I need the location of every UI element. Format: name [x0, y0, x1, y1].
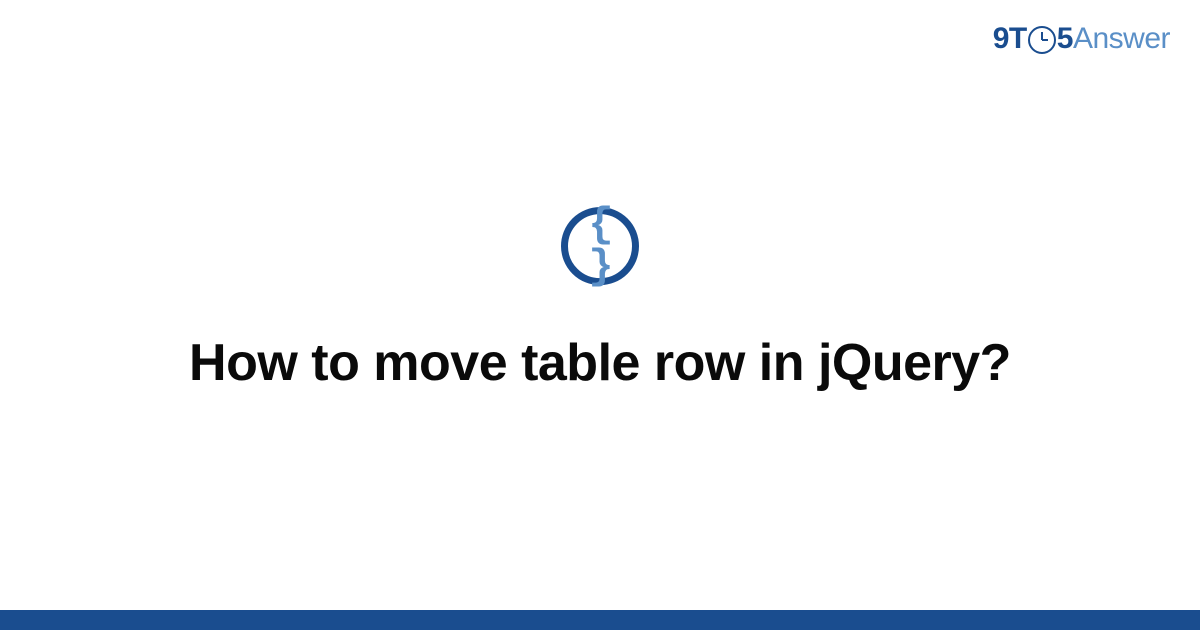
category-badge: { } — [561, 207, 639, 285]
main-content: { } How to move table row in jQuery? — [0, 207, 1200, 393]
logo-text-9t: 9T — [993, 22, 1027, 56]
logo-text-5: 5 — [1057, 22, 1073, 56]
code-braces-icon: { } — [568, 204, 632, 288]
site-logo[interactable]: 9T 5 Answer — [993, 22, 1170, 56]
clock-icon — [1028, 26, 1056, 54]
logo-text-answer: Answer — [1073, 22, 1170, 56]
question-title: How to move table row in jQuery? — [0, 333, 1200, 393]
footer-bar — [0, 610, 1200, 630]
